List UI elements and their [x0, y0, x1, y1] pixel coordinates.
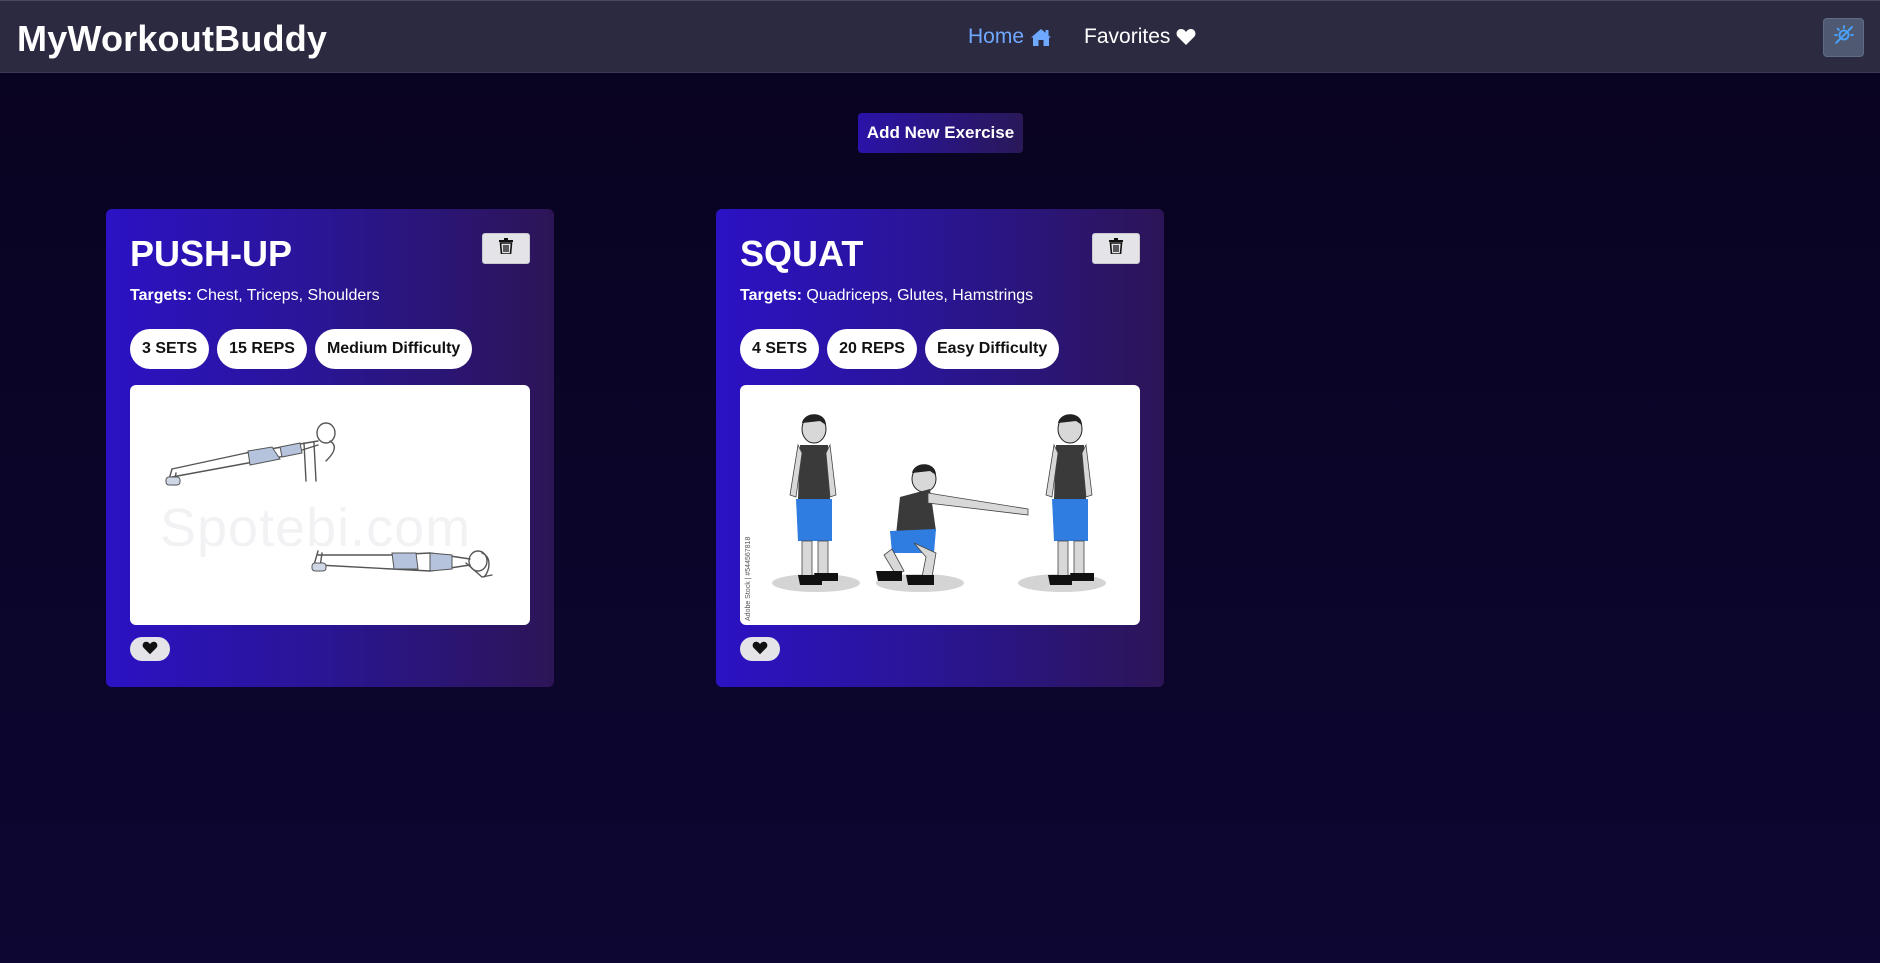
exercise-targets: Targets: Quadriceps, Glutes, Hamstrings: [740, 287, 1033, 305]
delete-button[interactable]: [1092, 233, 1140, 264]
add-exercise-button[interactable]: Add New Exercise: [858, 113, 1023, 153]
delete-button[interactable]: [482, 233, 530, 264]
targets-label: Targets:: [740, 287, 802, 304]
favorite-button[interactable]: [130, 637, 170, 661]
standing-figure-right: [1045, 414, 1094, 585]
exercise-title: PUSH-UP: [130, 233, 293, 274]
exercise-title: SQUAT: [740, 233, 864, 274]
favorite-button[interactable]: [740, 637, 780, 661]
heart-icon: [752, 641, 768, 658]
exercise-image: Spotebi.com: [130, 385, 530, 625]
reps-badge: 20 REPS: [827, 329, 917, 369]
exercise-card: SQUAT Targets: Quadriceps, Glutes, Hamst…: [716, 209, 1164, 687]
image-credit: Adobe Stock | #544567818: [745, 537, 752, 621]
squatting-figure: [876, 464, 1029, 585]
exercise-card: PUSH-UP Targets: Chest, Triceps, Shoulde…: [106, 209, 554, 687]
targets-value: Quadriceps, Glutes, Hamstrings: [806, 287, 1034, 304]
home-icon: [1030, 28, 1052, 47]
nav-home-label: Home: [968, 25, 1025, 48]
sets-badge: 3 SETS: [130, 329, 210, 369]
exercise-image: Adobe Stock | #544567818: [740, 385, 1140, 625]
trash-icon: [1109, 238, 1123, 259]
trash-icon: [499, 238, 513, 259]
nav-favorites-label: Favorites: [1084, 25, 1171, 48]
nav-favorites[interactable]: Favorites: [1084, 25, 1196, 49]
brand-title[interactable]: MyWorkoutBuddy: [17, 18, 327, 60]
heart-icon: [142, 641, 158, 658]
theme-toggle-button[interactable]: [1823, 18, 1864, 57]
theme-toggle-icon: [1833, 24, 1855, 51]
standing-figure-left: [789, 414, 838, 585]
targets-label: Targets:: [130, 287, 192, 304]
exercise-stats: 4 SETS 20 REPS Easy Difficulty: [740, 329, 1060, 369]
targets-value: Chest, Triceps, Shoulders: [196, 287, 380, 304]
pushup-illustration: [165, 422, 493, 578]
nav-links: Home Favorites: [968, 25, 1196, 49]
difficulty-badge: Easy Difficulty: [924, 329, 1060, 369]
difficulty-badge: Medium Difficulty: [314, 329, 473, 369]
sets-badge: 4 SETS: [740, 329, 820, 369]
navbar: MyWorkoutBuddy Home Favorites: [0, 0, 1880, 73]
exercise-targets: Targets: Chest, Triceps, Shoulders: [130, 287, 380, 305]
reps-badge: 15 REPS: [217, 329, 307, 369]
nav-home[interactable]: Home: [968, 25, 1052, 49]
heart-icon: [1176, 28, 1196, 46]
exercise-stats: 3 SETS 15 REPS Medium Difficulty: [130, 329, 473, 369]
squat-illustration: Adobe Stock | #544567818: [745, 414, 1106, 621]
